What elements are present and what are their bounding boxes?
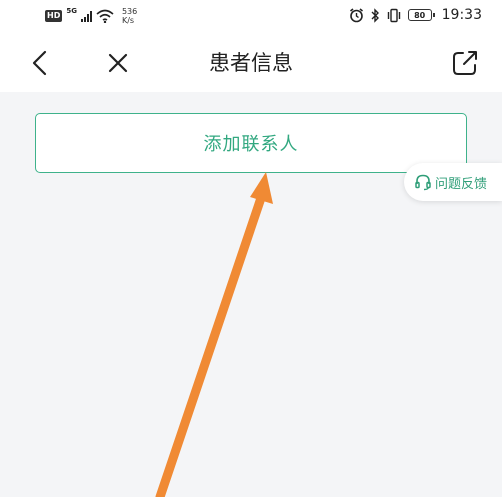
chevron-left-icon[interactable] bbox=[26, 48, 56, 78]
status-left: HD 5G 536 K/s bbox=[45, 7, 137, 25]
speed-unit: K/s bbox=[121, 16, 135, 25]
bluetooth-icon bbox=[371, 7, 379, 23]
share-external-icon[interactable] bbox=[450, 48, 480, 78]
speed-value: 536 bbox=[121, 7, 138, 16]
add-contact-label: 添加联系人 bbox=[203, 134, 299, 155]
status-bar: HD 5G 536 K/s 80 19:33 bbox=[0, 0, 502, 34]
hd-badge: HD bbox=[45, 10, 63, 22]
page-title: 患者信息 bbox=[209, 51, 293, 75]
alarm-icon bbox=[349, 7, 363, 22]
wifi-icon bbox=[96, 9, 114, 23]
vibrate-icon bbox=[387, 8, 400, 22]
feedback-label: 问题反馈 bbox=[435, 176, 488, 192]
status-right: 80 19:33 bbox=[349, 7, 482, 23]
nav-bar: 患者信息 bbox=[0, 34, 502, 92]
close-icon[interactable] bbox=[103, 48, 133, 78]
add-contact-button[interactable]: 添加联系人 bbox=[35, 113, 467, 173]
network-speed: 536 K/s bbox=[122, 7, 137, 25]
signal-icon bbox=[80, 10, 92, 22]
headset-icon bbox=[415, 174, 431, 191]
feedback-button[interactable]: 问题反馈 bbox=[404, 163, 502, 201]
battery-indicator: 80 bbox=[407, 9, 435, 21]
status-time: 19:33 bbox=[441, 7, 482, 23]
network-type: 5G bbox=[66, 7, 77, 15]
